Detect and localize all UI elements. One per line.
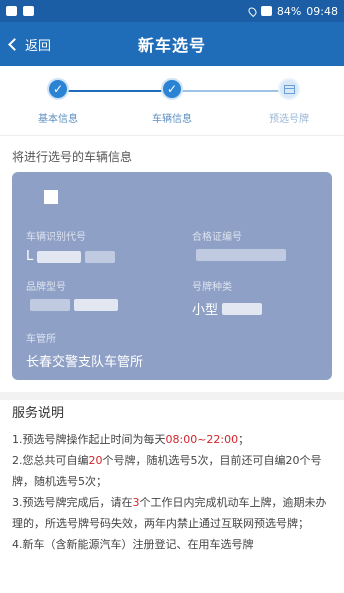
certificate-field: 合格证编号 xyxy=(192,228,286,261)
step-label: 预选号牌 xyxy=(269,114,309,125)
redacted-mask xyxy=(196,249,286,261)
office-value: 长春交警支队车管所 xyxy=(26,355,144,370)
note-item: 2.您总共可自编20个号牌，随机选号5次，目前还可自编20个号牌，随机选号5次； xyxy=(12,454,322,488)
redacted-mask xyxy=(74,299,118,311)
note-item: 1.预选号牌操作起止时间为每天08:00~22:00； xyxy=(12,433,250,446)
page-title: 新车选号 xyxy=(137,36,206,55)
office-label: 车管所 xyxy=(26,334,56,345)
note-item: 3.预选号牌完成后，请在3个工作日内完成机动车上牌，逾期未办理的，所选号牌号码失… xyxy=(12,496,327,530)
status-bar: 84% 09:48 xyxy=(0,0,344,22)
redacted-mask xyxy=(30,299,70,311)
step-vehicle-info: ✓ 车辆信息 xyxy=(132,78,212,125)
vehicle-info-card: 车辆识别代号 L 合格证编号 品牌型号 号牌种类 小型 车管所 长春交警支队车管… xyxy=(12,172,332,380)
plate-type-field: 号牌种类 小型 xyxy=(192,278,263,318)
vehicle-section-label: 将进行选号的车辆信息 xyxy=(12,150,133,164)
plate-type-value: 小型 xyxy=(192,303,219,318)
model-label: 品牌型号 xyxy=(26,282,66,293)
signal-icon xyxy=(260,6,272,16)
back-label: 返回 xyxy=(25,38,52,54)
note-item: 4.新车（含新能源汽车）注册登记、在用车选号牌 xyxy=(12,538,254,551)
model-field: 品牌型号 xyxy=(26,278,118,311)
location-icon xyxy=(246,5,259,17)
step-basic-info: ✓ 基本信息 xyxy=(18,78,98,125)
check-icon: ✓ xyxy=(161,78,183,100)
service-notes: 服务说明 1.预选号牌操作起止时间为每天08:00~22:00； 2.您总共可自… xyxy=(12,402,336,555)
navigation-bar: 返回 新车选号 xyxy=(0,22,344,66)
chevron-left-icon xyxy=(8,37,21,51)
redacted-mask xyxy=(85,250,116,263)
check-icon: ✓ xyxy=(47,78,69,100)
step-progress: ✓ 基本信息 ✓ 车辆信息 预选号牌 xyxy=(0,66,344,136)
battery-level: 84% xyxy=(276,4,302,18)
card-logo xyxy=(44,190,58,204)
redacted-mask xyxy=(222,302,263,315)
section-divider xyxy=(0,392,344,400)
vin-label: 车辆识别代号 xyxy=(26,232,86,243)
back-button[interactable]: 返回 xyxy=(8,22,52,66)
vin-value: L xyxy=(26,249,34,264)
plate-icon xyxy=(278,78,300,100)
step-label: 车辆信息 xyxy=(152,114,192,125)
step-preselect-plate: 预选号牌 xyxy=(249,78,329,125)
office-field: 车管所 长春交警支队车管所 xyxy=(26,330,143,370)
message-icon xyxy=(23,6,34,16)
clock: 09:48 xyxy=(306,4,338,18)
step-label: 基本信息 xyxy=(38,114,78,125)
cert-label: 合格证编号 xyxy=(192,232,242,243)
notification-icon xyxy=(6,6,17,16)
notes-title: 服务说明 xyxy=(12,406,65,421)
plate-type-label: 号牌种类 xyxy=(192,282,232,293)
vin-field: 车辆识别代号 L xyxy=(26,228,116,264)
redacted-mask xyxy=(37,250,82,263)
